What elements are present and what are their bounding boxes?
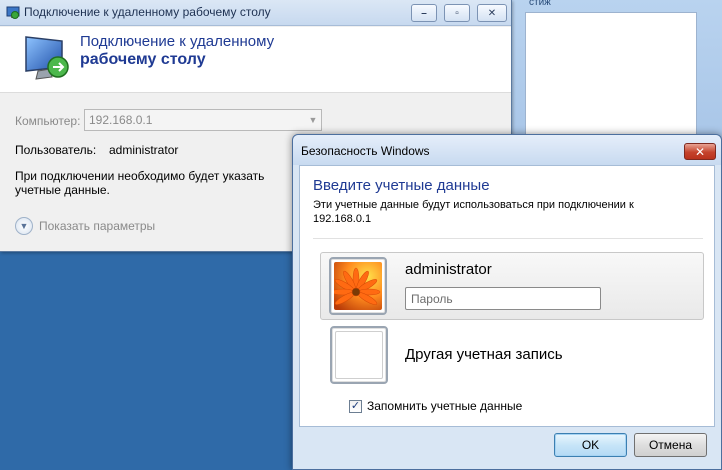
separator: [313, 238, 703, 239]
maximize-icon: ▫: [455, 7, 459, 19]
minimize-icon: –: [421, 7, 427, 19]
computer-label: Компьютер:: [15, 114, 81, 128]
background-window-title: стиж: [529, 0, 551, 6]
computer-value: 192.168.0.1: [89, 113, 153, 127]
credentials-heading: Введите учетные данные: [313, 177, 490, 194]
maximize-button[interactable]: ▫: [444, 4, 470, 22]
flower-avatar-icon: [331, 262, 382, 310]
remember-checkbox[interactable]: ✓: [349, 399, 362, 413]
avatar: [329, 257, 387, 315]
remember-label[interactable]: Запомнить учетные данные: [367, 399, 522, 413]
rdp-titlebar[interactable]: Подключение к удаленному рабочему столу …: [0, 0, 511, 26]
monitor-arrow-icon: [25, 36, 69, 80]
user-label: Пользователь:: [15, 143, 97, 157]
user-tile-administrator[interactable]: administrator: [320, 252, 704, 320]
rdp-header-line2: рабочему столу: [80, 51, 206, 68]
background-window[interactable]: стиж: [508, 0, 722, 140]
chevron-down-icon[interactable]: ▼: [307, 115, 319, 125]
minimize-button[interactable]: –: [411, 4, 437, 22]
rdp-app-icon: [6, 6, 20, 19]
other-account-label[interactable]: Другая учетная запись: [405, 346, 563, 363]
security-dialog-title: Безопасность Windows: [301, 144, 430, 158]
ok-button[interactable]: OK: [554, 433, 627, 457]
credentials-description: Эти учетные данные будут использоваться …: [313, 199, 634, 225]
chevron-down-circle-icon: ▼: [15, 217, 33, 235]
selected-username: administrator: [405, 261, 492, 278]
windows-security-dialog: Безопасность Windows ✕ Введите учетные д…: [292, 134, 722, 470]
user-value: administrator: [109, 143, 179, 157]
computer-combobox[interactable]: 192.168.0.1 ▼: [84, 109, 322, 131]
show-options-label: Показать параметры: [39, 219, 156, 233]
show-options-link[interactable]: ▼ Показать параметры: [15, 217, 155, 235]
other-account-tile[interactable]: [330, 326, 388, 384]
close-icon: ✕: [487, 7, 497, 19]
remember-credentials[interactable]: ✓ Запомнить учетные данные: [349, 399, 522, 413]
cancel-button[interactable]: Отмена: [634, 433, 707, 457]
blank-avatar-icon: [335, 331, 383, 379]
security-close-button[interactable]: ✕: [684, 143, 716, 160]
security-titlebar[interactable]: Безопасность Windows ✕: [293, 135, 721, 165]
security-content: Введите учетные данные Эти учетные данны…: [299, 165, 715, 427]
credentials-note: При подключении необходимо будет указать…: [15, 169, 265, 197]
background-window-content: [525, 12, 697, 140]
rdp-close-button[interactable]: ✕: [477, 4, 507, 22]
password-input[interactable]: [405, 287, 601, 310]
rdp-window-title: Подключение к удаленному рабочему столу: [24, 5, 271, 19]
close-icon: ✕: [694, 144, 706, 159]
rdp-header-line1: Подключение к удаленному: [80, 33, 275, 50]
rdp-header: Подключение к удаленному рабочему столу: [0, 27, 511, 93]
